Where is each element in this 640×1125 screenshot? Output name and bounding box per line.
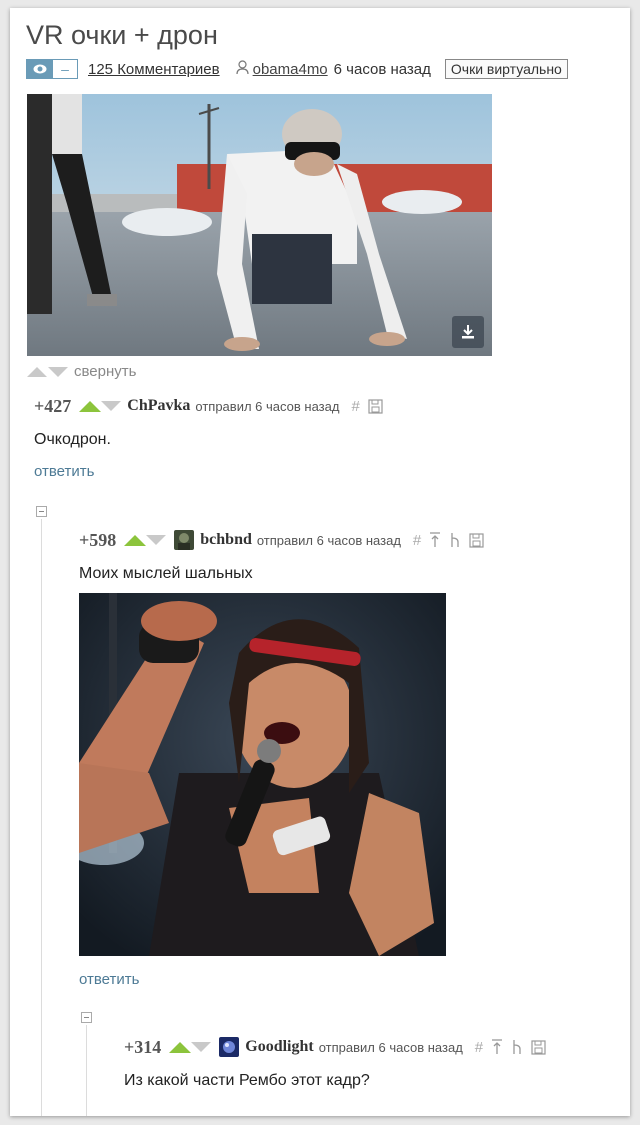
thread-line xyxy=(41,519,42,1116)
save-icon[interactable] xyxy=(368,398,383,414)
upvote-icon[interactable] xyxy=(79,400,102,412)
eye-icon xyxy=(27,60,53,78)
hash-icon[interactable]: # xyxy=(475,1039,483,1056)
comment-author-link[interactable]: Goodlight xyxy=(245,1038,313,1056)
download-icon[interactable] xyxy=(452,316,484,348)
post-author-link[interactable]: obama4mo xyxy=(253,61,328,78)
comment-header: +427 ChPavka отправил 6 часов назад # xyxy=(34,395,383,417)
upvote-icon xyxy=(27,366,47,377)
post-time: 6 часов назад xyxy=(333,60,431,78)
comment-header: +314 Goodlight отправил 6 часов назад # xyxy=(124,1036,546,1058)
downvote-icon[interactable] xyxy=(146,535,167,545)
post-meta: – 125 Комментариев obama4mo 6 часов наза… xyxy=(26,58,568,80)
post-card: VR очки + дрон – 125 Комментариев obama4… xyxy=(10,8,630,1116)
thread-collapse-button[interactable] xyxy=(36,506,47,517)
parent-icon[interactable] xyxy=(491,1039,503,1055)
parent-icon[interactable] xyxy=(429,532,441,548)
comment-image[interactable] xyxy=(79,593,446,956)
comment-text: Очкодрон. xyxy=(34,431,111,448)
comment-rating: +427 xyxy=(34,395,72,416)
comment-rating: +598 xyxy=(79,529,117,550)
downvote-icon[interactable] xyxy=(191,1042,212,1052)
hash-icon[interactable]: # xyxy=(413,532,421,549)
downvote-icon[interactable] xyxy=(101,401,122,411)
avatar[interactable] xyxy=(219,1037,240,1057)
thread-icon[interactable] xyxy=(511,1039,523,1055)
thread-line xyxy=(86,1025,87,1116)
post-toggle-button[interactable]: – xyxy=(26,59,78,79)
upvote-icon[interactable] xyxy=(124,534,147,546)
comment-time: отправил 6 часов назад xyxy=(256,532,401,548)
comment-rating: +314 xyxy=(124,1036,162,1057)
save-icon[interactable] xyxy=(531,1039,546,1055)
comment-time: отправил 6 часов назад xyxy=(318,1039,463,1055)
minus-icon: – xyxy=(61,61,69,77)
reply-link[interactable]: ответить xyxy=(79,971,139,988)
comment-author-link[interactable]: ChPavka xyxy=(127,397,190,415)
reply-link[interactable]: ответить xyxy=(34,463,383,480)
save-icon[interactable] xyxy=(469,532,484,548)
collapse-row: свернуть xyxy=(27,363,136,380)
thread-icon[interactable] xyxy=(449,532,461,548)
user-icon xyxy=(236,59,249,79)
thread-collapse-button[interactable] xyxy=(81,1012,92,1023)
video-frame[interactable] xyxy=(27,94,492,356)
comment: +598 bchbnd отправил 6 часов назад # Мои… xyxy=(79,529,484,583)
comment-author-link[interactable]: bchbnd xyxy=(200,531,252,549)
post-tag[interactable]: Очки виртуально xyxy=(444,59,568,79)
comment-header: +598 bchbnd отправил 6 часов назад # xyxy=(79,529,484,551)
vote-arrows[interactable] xyxy=(27,366,68,377)
upvote-icon[interactable] xyxy=(169,1041,192,1053)
comment-tools: # xyxy=(413,532,484,549)
comment-time: отправил 6 часов назад xyxy=(195,398,340,414)
collapse-link[interactable]: свернуть xyxy=(74,363,136,380)
comment-text: Из какой части Рембо этот кадр? xyxy=(124,1072,370,1089)
comment-text: Моих мыслей шальных xyxy=(79,565,253,582)
comment-tools: # xyxy=(475,1039,546,1056)
comments-count-link[interactable]: 125 Комментариев xyxy=(88,61,220,78)
downvote-icon xyxy=(48,366,68,377)
comment: +427 ChPavka отправил 6 часов назад # Оч… xyxy=(34,395,383,480)
comment: +314 Goodlight отправил 6 часов назад # … xyxy=(124,1036,546,1090)
avatar[interactable] xyxy=(174,530,195,550)
hash-icon[interactable]: # xyxy=(351,398,359,415)
post-title[interactable]: VR очки + дрон xyxy=(26,20,218,51)
comment-tools: # xyxy=(351,398,383,415)
